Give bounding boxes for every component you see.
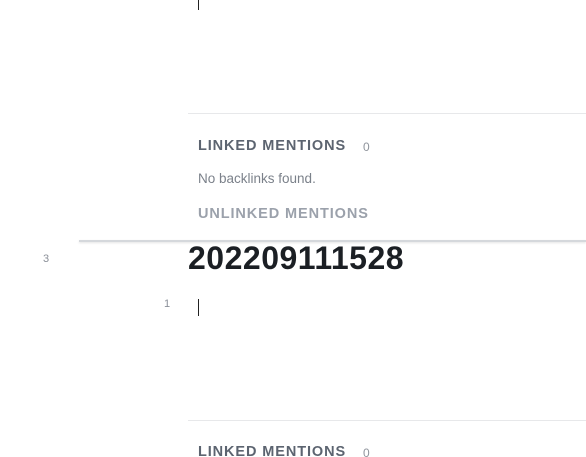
linked-mentions-heading[interactable]: LINKED MENTIONS <box>198 138 346 154</box>
text-caret[interactable] <box>198 299 199 316</box>
text-caret <box>198 0 199 10</box>
references-divider <box>188 420 586 421</box>
linked-mentions-count: 0 <box>363 446 370 457</box>
no-backlinks-text: No backlinks found. <box>198 171 316 186</box>
page-gutter-number: 3 <box>43 253 50 265</box>
linked-mentions-count: 0 <box>363 140 370 154</box>
journal-page-list: 1 LINKED MENTIONS 0 No backlinks found. … <box>0 0 586 457</box>
block-gutter-number: 1 <box>164 298 171 310</box>
block-gutter-number: 1 <box>164 0 170 3</box>
unlinked-mentions-heading[interactable]: UNLINKED MENTIONS <box>198 206 369 222</box>
page-title[interactable]: 202209111528 <box>188 238 404 278</box>
references-divider <box>188 113 586 114</box>
linked-mentions-heading[interactable]: LINKED MENTIONS <box>198 444 346 457</box>
